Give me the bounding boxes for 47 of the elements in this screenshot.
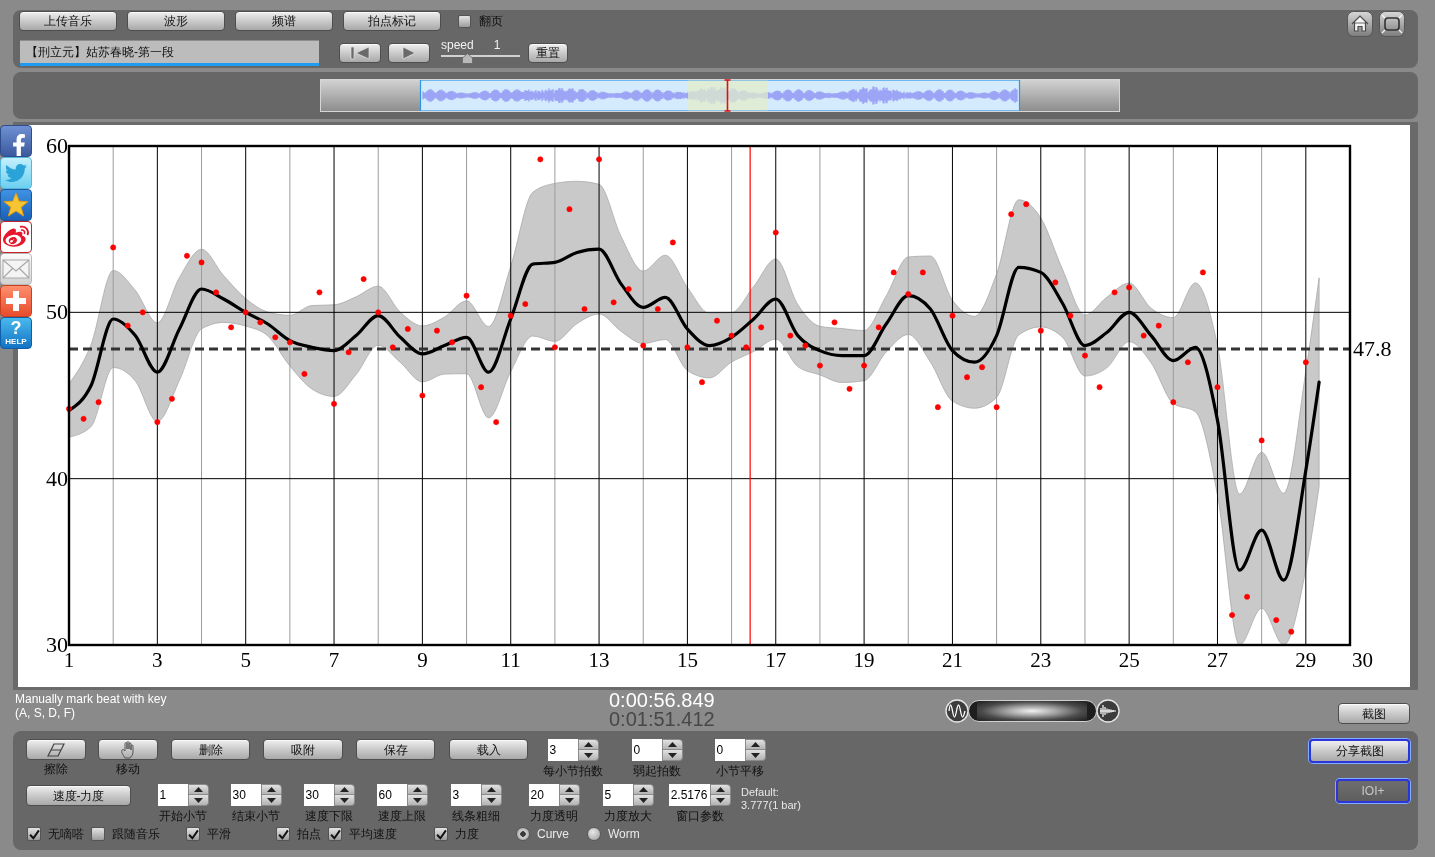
speed-value: 1: [493, 38, 501, 52]
field-label: 结束小节: [232, 809, 280, 823]
axis-tick-label: 30: [1352, 648, 1373, 672]
field-label: 力度放大: [604, 809, 652, 823]
axis-tick-label: 25: [1118, 648, 1140, 672]
axis-tick-label: 40: [46, 465, 68, 491]
option-label: 平均速度: [349, 827, 397, 841]
default-note: Default: 3.777(1 bar): [741, 786, 801, 812]
axis-tick-label: 29: [1295, 648, 1317, 672]
mean-value-label: 47.8: [1353, 335, 1392, 361]
axis-tick-label: 5: [240, 648, 251, 672]
checkbox-label: 翻页: [479, 14, 503, 28]
field-label: 开始小节: [159, 809, 207, 823]
option-label: Worm: [608, 827, 640, 841]
option-label: 拍点: [297, 827, 321, 841]
axis-tick-label: 19: [853, 648, 875, 672]
axis-tick-label: 13: [588, 648, 610, 672]
tool-caption: 移动: [116, 762, 140, 776]
field-label: 小节平移: [716, 764, 764, 778]
axis-tick-label: 15: [676, 648, 698, 672]
axis-tick-label: 3: [152, 648, 163, 672]
axis-tick-label: 50: [46, 299, 68, 325]
field-label: 力度透明: [530, 809, 578, 823]
tool-caption: 擦除: [44, 762, 68, 776]
option-label: 平滑: [207, 827, 231, 841]
current-time: 0:00:56.849: [609, 691, 715, 710]
axis-tick-label: 11: [500, 648, 521, 672]
speed-label: speed: [441, 38, 474, 52]
option-label: Curve: [537, 827, 569, 841]
field-label: 线条粗细: [452, 809, 500, 823]
axis-tick-label: 60: [46, 133, 68, 158]
axis-tick-label: 9: [417, 648, 428, 672]
field-label: 速度上限: [378, 809, 426, 823]
total-time: 0:01:51.412: [609, 710, 715, 729]
field-label: 弱起拍数: [633, 764, 681, 778]
keyboard-hint: Manually mark beat with key (A, S, D, F): [14, 692, 168, 720]
field-label: 速度下限: [305, 809, 353, 823]
axis-tick-label: 27: [1207, 648, 1228, 672]
field-label: 每小节拍数: [543, 764, 603, 778]
axis-tick-label: 21: [941, 648, 963, 672]
option-label: 无嘀嗒: [48, 827, 84, 841]
option-label: 力度: [455, 827, 479, 841]
field-label: 窗口参数: [676, 809, 724, 823]
axis-tick-label: 23: [1030, 648, 1052, 672]
axis-tick-label: 7: [328, 648, 340, 672]
axis-tick-label: 17: [765, 648, 787, 672]
option-label: 跟随音乐: [112, 827, 160, 841]
